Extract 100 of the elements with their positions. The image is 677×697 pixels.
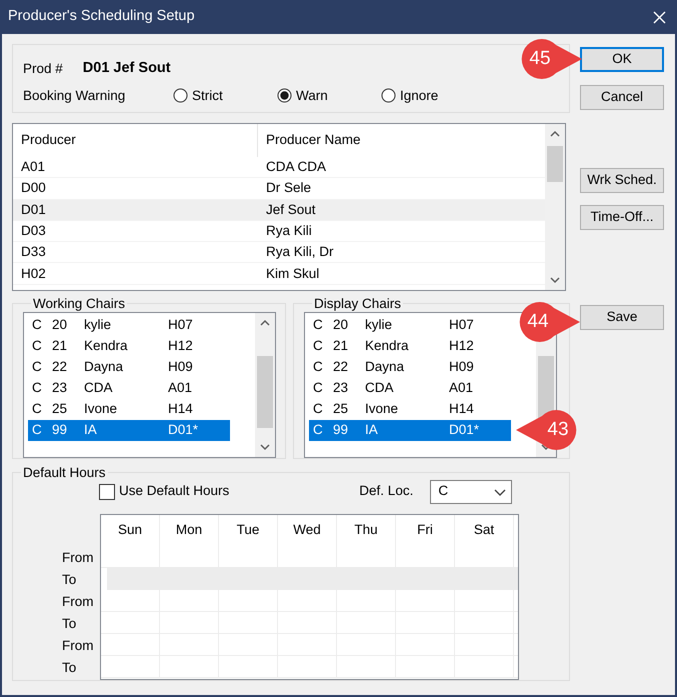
list-cell-text: C <box>32 336 43 355</box>
field-label: Def. Loc. <box>359 482 414 500</box>
grid-row[interactable] <box>101 590 518 612</box>
grid-row[interactable] <box>101 634 518 656</box>
scrollbar-thumb[interactable] <box>257 356 273 428</box>
list-cell-text: C <box>32 358 43 376</box>
list-cell-text: C <box>32 400 43 418</box>
list-cell-text: 22 <box>52 358 68 376</box>
list-row[interactable]: C 23 CDA A01 <box>309 378 511 398</box>
dropdown-value: C <box>438 482 448 500</box>
callout-tooltip: 44 <box>518 300 580 344</box>
list-cell-text: C <box>313 378 324 397</box>
close-icon[interactable] <box>652 10 667 24</box>
list-cell-text: Kendra <box>84 336 129 355</box>
list-cell-text: 21 <box>333 336 350 355</box>
field-label: Booking Warning <box>23 86 126 105</box>
list-cell-text: Dayna <box>365 358 406 376</box>
list-row[interactable]: C 99 IA D01* <box>309 420 511 440</box>
scrollbar[interactable] <box>255 312 275 456</box>
list-cell-text: A01 <box>449 378 474 397</box>
list-row[interactable]: C 21 Kendra H12 <box>28 336 230 356</box>
list-cell-text: CDA <box>365 378 395 397</box>
list-cell-text: H14 <box>168 400 194 418</box>
table-cell-text: Rya Kili, Dr <box>266 243 334 262</box>
list-cell-text: kylie <box>84 316 112 334</box>
scrollbar-thumb[interactable] <box>547 146 563 182</box>
row-label: To <box>61 570 78 589</box>
list-row[interactable]: C 22 Dayna H09 <box>309 356 511 378</box>
button[interactable]: Cancel <box>580 85 664 110</box>
list-cell-text: H12 <box>168 336 194 355</box>
radio-option[interactable]: Strict <box>173 86 277 106</box>
list-cell-text: 25 <box>52 400 68 418</box>
list-cell-text: Ivone <box>365 400 400 418</box>
list-cell-text: H09 <box>449 358 475 376</box>
list-cell-text: 25 <box>333 400 350 418</box>
field-value: D01 Jef Sout <box>82 59 171 78</box>
list-cell-text: 20 <box>333 316 350 334</box>
table-cell-text: Rya Kili <box>266 222 312 240</box>
list-cell-text: C <box>32 378 43 397</box>
group-title: Working Chairs <box>32 297 126 310</box>
list-cell-text: IA <box>365 420 379 439</box>
list-row[interactable]: C 25 Ivone H14 <box>309 398 511 420</box>
table-cell-text: A01 <box>20 158 46 176</box>
list-row[interactable]: C 21 Kendra H12 <box>309 336 511 356</box>
list-cell-text: H07 <box>168 316 194 334</box>
list-row[interactable]: C 20 kylie H07 <box>309 314 511 336</box>
list-cell-text: D01* <box>449 420 480 439</box>
table-cell-text: Jef Sout <box>266 200 316 219</box>
row-label: From <box>61 637 94 656</box>
scrollbar[interactable] <box>545 124 565 290</box>
table-cell-text: H02 <box>20 264 47 282</box>
button[interactable]: Wrk Sched. <box>580 168 664 193</box>
list-cell-text: 23 <box>52 378 68 397</box>
window-title: Producer's Scheduling Setup <box>8 7 195 26</box>
grid-row[interactable] <box>107 568 518 590</box>
column-header[interactable]: Producer Name <box>258 124 543 157</box>
row-label: To <box>61 615 78 634</box>
list-row[interactable]: C 23 CDA A01 <box>28 378 230 398</box>
table-cell-text: D03 <box>20 222 47 240</box>
list-cell-text: 22 <box>333 358 350 376</box>
table-cell-text: Dr Sele <box>266 179 312 198</box>
radio-option[interactable]: Warn <box>277 86 381 106</box>
table-row[interactable]: D01 Jef Sout <box>13 200 545 221</box>
list-cell-text: C <box>313 336 324 355</box>
row-label: From <box>61 548 94 566</box>
callout-tooltip: 45 <box>520 37 582 81</box>
row-label: To <box>61 659 78 678</box>
list-row[interactable]: C 20 kylie H07 <box>28 314 230 336</box>
list-row[interactable]: C 99 IA D01* <box>28 420 230 440</box>
button[interactable]: OK <box>580 47 664 72</box>
list-cell-text: kylie <box>365 316 394 334</box>
callout-tooltip: 43 <box>516 408 578 452</box>
list-cell-text: C <box>313 400 324 418</box>
list-cell-text: C <box>313 358 324 376</box>
list-cell-text: D01* <box>168 420 200 439</box>
checkbox-option[interactable]: Use Default Hours <box>99 481 230 502</box>
list-cell-text: H09 <box>168 358 194 376</box>
list-cell-text: 99 <box>333 420 350 439</box>
list-cell-text: C <box>32 316 43 334</box>
list-cell-text: C <box>32 420 43 439</box>
list-cell-text: Ivone <box>84 400 118 418</box>
button[interactable]: Time-Off... <box>580 205 664 230</box>
list-cell-text: Dayna <box>84 358 124 376</box>
button[interactable]: Save <box>580 305 664 330</box>
list-cell-text: H07 <box>449 316 475 334</box>
list-cell-text: C <box>313 420 324 439</box>
list-row[interactable]: C 25 Ivone H14 <box>28 398 230 420</box>
list-cell-text: CDA <box>84 378 114 397</box>
grid-row[interactable] <box>101 546 518 568</box>
list-cell-text: H14 <box>449 400 475 418</box>
list-cell-text: A01 <box>168 378 194 397</box>
radio-option[interactable]: Ignore <box>381 86 438 106</box>
grid-row[interactable] <box>101 656 518 678</box>
list-cell-text: 23 <box>333 378 350 397</box>
location-dropdown[interactable]: C <box>430 480 512 504</box>
field-label: Prod # <box>23 60 63 78</box>
grid-row[interactable] <box>101 612 518 634</box>
list-row[interactable]: C 22 Dayna H09 <box>28 356 230 378</box>
table-cell-text: Kim Skul <box>266 264 320 282</box>
table-cell-text: D01 <box>20 200 47 219</box>
